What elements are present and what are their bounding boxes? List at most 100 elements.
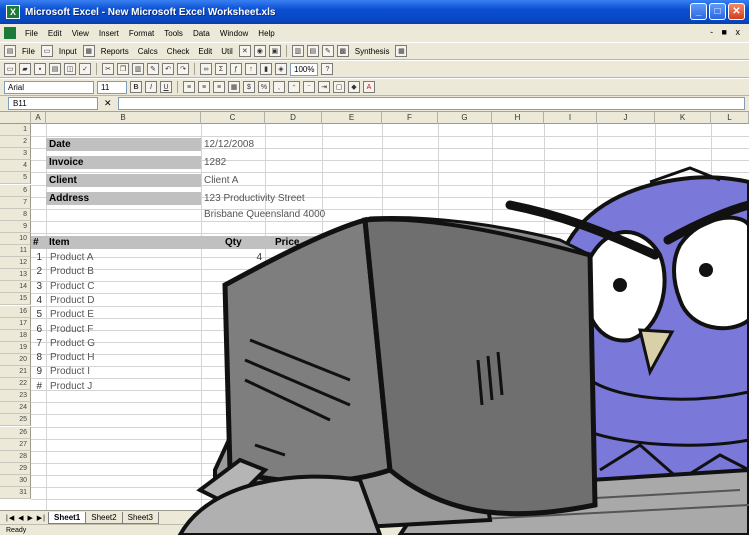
row-header-21[interactable]: 21 [0,366,31,378]
copy-icon[interactable]: ❐ [117,63,129,75]
invoice-label[interactable]: Invoice [46,156,201,169]
tool-d-icon[interactable]: ▥ [291,45,304,57]
item-name[interactable]: Product I [47,365,197,378]
column-header-g[interactable]: G [438,112,492,124]
tool-g-icon[interactable]: ▦ [395,45,408,57]
format-painter-icon[interactable]: ✎ [147,63,159,75]
date-label[interactable]: Date [46,138,201,151]
workbook-icon[interactable] [4,27,16,39]
menu-format[interactable]: Format [124,29,159,38]
invoice-value[interactable]: 1282 [201,156,281,169]
item-price[interactable]: $125.00 [265,251,322,264]
open-icon[interactable]: ▰ [19,63,31,75]
menu-edit[interactable]: Edit [43,29,67,38]
excel-app-icon[interactable]: X [6,5,20,19]
column-header-l[interactable]: L [711,112,749,124]
menu-tools[interactable]: Tools [159,29,188,38]
item-name[interactable]: Product B [47,265,197,278]
item-name[interactable]: Product F [47,323,197,336]
bold-icon[interactable]: B [130,81,142,93]
row-header-6[interactable]: 6 [0,184,31,197]
item-number[interactable]: 5 [31,308,45,321]
addin-file-menu[interactable]: File [19,47,38,56]
tool-c-icon[interactable]: ▣ [268,45,281,57]
header-item[interactable]: Item [49,236,149,249]
row-header-12[interactable]: 12 [0,257,31,270]
report-icon[interactable]: ▦ [82,45,95,57]
row-header-28[interactable]: 28 [0,450,31,463]
item-number[interactable]: 2 [31,265,45,278]
chart-wizard-icon[interactable]: ▮ [260,63,272,75]
addin-edit-menu[interactable]: Edit [195,47,215,56]
addin-check-menu[interactable]: Check [164,47,193,56]
item-number[interactable]: 8 [31,351,45,364]
menu-window[interactable]: Window [215,29,253,38]
column-header-c[interactable]: C [201,112,265,124]
font-size-select[interactable]: 11 [97,80,127,94]
row-header-9[interactable]: 9 [0,220,31,233]
item-name[interactable]: Product E [47,308,197,321]
column-header-k[interactable]: K [655,112,711,124]
item-qty[interactable]: 2 [201,265,265,278]
addin-reports-menu[interactable]: Reports [98,47,132,56]
merge-center-icon[interactable]: ▦ [228,81,240,93]
sort-ascending-icon[interactable]: ↑ [245,63,257,75]
row-header-15[interactable]: 15 [0,293,31,306]
addin-calcs-menu[interactable]: Calcs [135,47,161,56]
maximize-button[interactable]: □ [709,3,726,20]
row-header-24[interactable]: 24 [0,402,31,415]
borders-icon[interactable]: ▢ [333,81,345,93]
paste-icon[interactable]: ▥ [132,63,144,75]
document-window-controls[interactable]: - ■ x [710,27,743,37]
header-subtotal[interactable]: Subt [325,236,365,249]
row-header-29[interactable]: 29 [0,462,31,475]
row-header-30[interactable]: 30 [0,474,31,487]
formula-input[interactable] [117,97,745,110]
row-header-31[interactable]: 31 [0,487,31,499]
row-header-25[interactable]: 25 [0,414,31,427]
redo-icon[interactable]: ↷ [177,63,189,75]
title-bar[interactable]: X Microsoft Excel - New Microsoft Excel … [0,0,749,24]
worksheet-grid[interactable]: ABCDEFGHIJKLM 12345678910111213141516171… [0,112,749,510]
item-price[interactable]: $1 [265,280,322,293]
column-header-b[interactable]: B [46,112,201,124]
row-header-16[interactable]: 16 [0,305,31,318]
item-name[interactable]: Product J [47,380,197,393]
comma-icon[interactable]: , [273,81,285,93]
row-header-23[interactable]: 23 [0,390,31,403]
column-header-a[interactable]: A [31,112,46,124]
decrease-decimal-icon[interactable]: ⁻ [303,81,315,93]
item-name[interactable]: Product H [47,351,197,364]
row-header-19[interactable]: 19 [0,341,31,354]
synthesis-button[interactable]: Synthesis [352,47,393,56]
font-color-icon[interactable]: A [363,81,375,93]
tab-sheet1[interactable]: Sheet1 [48,511,87,524]
item-qty[interactable]: 1 [201,280,265,293]
align-left-icon[interactable]: ≡ [183,81,195,93]
addin-input-menu[interactable]: Input [56,47,80,56]
item-number[interactable]: 9 [31,365,45,378]
item-number[interactable]: # [31,380,45,393]
close-button[interactable]: ✕ [728,3,745,20]
client-value[interactable]: Client A [201,174,281,187]
row-header-2[interactable]: 2 [0,136,31,149]
fill-color-icon[interactable]: ◆ [348,81,360,93]
print-preview-icon[interactable]: ◫ [64,63,76,75]
item-name[interactable]: Product A [47,251,197,264]
row-header-11[interactable]: 11 [0,245,31,257]
fx-icon[interactable]: ✕ [104,98,112,109]
tab-sheet3[interactable]: Sheet3 [121,511,159,524]
item-name[interactable]: Product G [47,337,197,350]
align-right-icon[interactable]: ≡ [213,81,225,93]
menu-data[interactable]: Data [188,29,215,38]
menu-view[interactable]: View [67,29,94,38]
increase-decimal-icon[interactable]: ⁺ [288,81,300,93]
item-price[interactable]: $20.00 [265,265,322,278]
header-num[interactable]: # [33,236,45,249]
item-number[interactable]: 3 [31,280,45,293]
addin-logo-icon[interactable]: ▤ [4,45,16,57]
currency-icon[interactable]: $ [243,81,255,93]
align-center-icon[interactable]: ≡ [198,81,210,93]
address-line1[interactable]: 123 Productivity Street [201,192,361,205]
font-select[interactable]: Arial [4,80,94,94]
